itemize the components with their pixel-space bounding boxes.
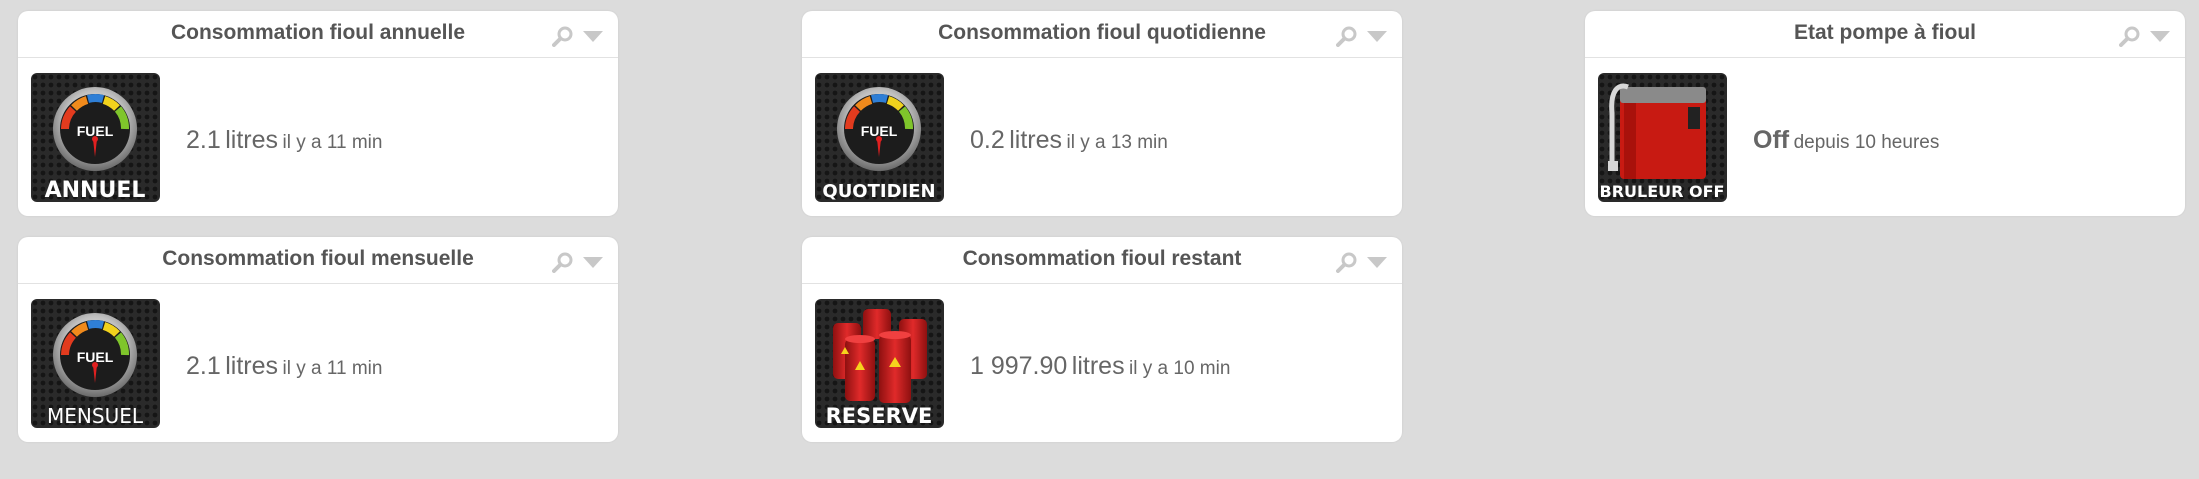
value-number: 2.1 bbox=[186, 352, 221, 380]
widget-tools bbox=[552, 251, 604, 273]
widget-value: 0.2 litres il y a 13 min bbox=[970, 126, 1168, 155]
widget-pump-state: Etat pompe à fioul BRULEUR OFF Off depui… bbox=[1585, 11, 2185, 216]
chevron-down-icon[interactable] bbox=[1366, 29, 1388, 43]
svg-text:QUOTIDIEN: QUOTIDIEN bbox=[822, 181, 935, 202]
fuel-gauge-icon: FUEL ANNUEL bbox=[31, 73, 160, 202]
value-timestamp: il y a 13 min bbox=[1066, 132, 1168, 153]
value-number: 0.2 bbox=[970, 126, 1005, 154]
search-icon[interactable] bbox=[2119, 25, 2141, 47]
widget-remaining-fuel: Consommation fioul restant RESERVE 1 997… bbox=[802, 237, 1402, 442]
value-state: Off bbox=[1753, 126, 1790, 154]
widget-header: Consommation fioul quotidienne bbox=[802, 11, 1402, 58]
widget-value: Off depuis 10 heures bbox=[1753, 126, 1939, 155]
widget-monthly-consumption: Consommation fioul mensuelle FUEL MENSUE… bbox=[18, 237, 618, 442]
chevron-down-icon[interactable] bbox=[1366, 255, 1388, 269]
widget-title: Consommation fioul restant bbox=[962, 247, 1242, 270]
chevron-down-icon[interactable] bbox=[582, 29, 604, 43]
value-number: 2.1 bbox=[186, 126, 221, 154]
widget-value: 2.1 litres il y a 11 min bbox=[186, 126, 382, 155]
widget-title: Etat pompe à fioul bbox=[1793, 21, 1976, 44]
widget-daily-consumption: Consommation fioul quotidienne FUEL QUOT… bbox=[802, 11, 1402, 216]
widget-header: Etat pompe à fioul bbox=[1585, 11, 2185, 58]
widget-title: Consommation fioul mensuelle bbox=[162, 247, 474, 270]
widget-tools bbox=[552, 25, 604, 47]
value-timestamp: il y a 11 min bbox=[282, 132, 383, 153]
widget-title: Consommation fioul annuelle bbox=[170, 21, 465, 44]
svg-text:BRULEUR OFF: BRULEUR OFF bbox=[1600, 182, 1725, 201]
search-icon[interactable] bbox=[552, 25, 574, 47]
widget-tools bbox=[1336, 251, 1388, 273]
widget-value: 2.1 litres il y a 11 min bbox=[186, 352, 382, 381]
fuel-gauge-icon: FUEL QUOTIDIEN bbox=[815, 73, 944, 202]
widget-tools bbox=[1336, 25, 1388, 47]
search-icon[interactable] bbox=[1336, 25, 1358, 47]
boiler-icon: BRULEUR OFF bbox=[1598, 73, 1727, 202]
value-timestamp: il y a 11 min bbox=[282, 358, 383, 379]
value-timestamp: il y a 10 min bbox=[1129, 358, 1231, 379]
widget-tools bbox=[2119, 25, 2171, 47]
fuel-barrels-icon: RESERVE bbox=[815, 299, 944, 428]
value-unit: litres bbox=[1071, 352, 1125, 380]
search-icon[interactable] bbox=[552, 251, 574, 273]
widget-header: Consommation fioul restant bbox=[802, 237, 1402, 284]
chevron-down-icon[interactable] bbox=[582, 255, 604, 269]
svg-text:RESERVE: RESERVE bbox=[826, 404, 933, 428]
value-number: 1 997.90 bbox=[970, 352, 1068, 380]
value-unit: litres bbox=[225, 352, 279, 380]
value-timestamp: depuis 10 heures bbox=[1793, 132, 1940, 153]
svg-text:ANNUEL: ANNUEL bbox=[45, 178, 146, 202]
widget-header: Consommation fioul mensuelle bbox=[18, 237, 618, 284]
svg-text:MENSUEL: MENSUEL bbox=[47, 404, 144, 428]
chevron-down-icon[interactable] bbox=[2149, 29, 2171, 43]
value-unit: litres bbox=[225, 126, 279, 154]
widget-value: 1 997.90 litres il y a 10 min bbox=[970, 352, 1230, 381]
widget-annual-consumption: Consommation fioul annuelle FUEL ANNUEL … bbox=[18, 11, 618, 216]
fuel-gauge-icon: FUEL MENSUEL bbox=[31, 299, 160, 428]
widget-title: Consommation fioul quotidienne bbox=[938, 21, 1266, 44]
value-unit: litres bbox=[1009, 126, 1063, 154]
search-icon[interactable] bbox=[1336, 251, 1358, 273]
widget-header: Consommation fioul annuelle bbox=[18, 11, 618, 58]
